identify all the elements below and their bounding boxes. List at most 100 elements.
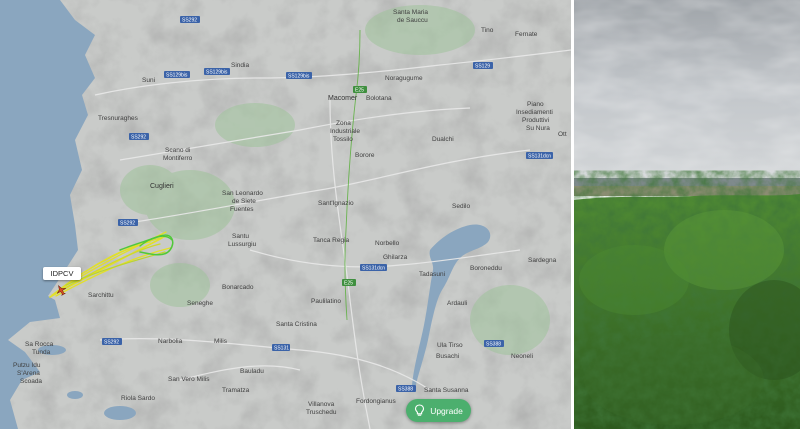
place-label: Cuglieri — [150, 183, 174, 190]
svg-text:E25: E25 — [344, 281, 353, 287]
road-shield: SS292 — [102, 338, 122, 346]
svg-text:SS292: SS292 — [120, 221, 135, 227]
place-label: Santa Susanna — [424, 387, 469, 394]
place-label: Busachi — [436, 353, 459, 360]
place-label: Tossilo — [333, 136, 353, 143]
place-label: Tanca Regia — [313, 237, 350, 244]
place-label: Riola Sardo — [121, 395, 155, 402]
place-label: San Leonardo — [222, 190, 263, 197]
flight-callsign-label[interactable]: IDPCV — [43, 267, 81, 280]
place-label: Borore — [355, 152, 375, 159]
place-label: Macomer — [328, 95, 358, 102]
place-label: Norbello — [375, 240, 400, 247]
svg-text:SS131dcn: SS131dcn — [528, 154, 551, 160]
place-label: Dualchi — [432, 136, 454, 143]
place-label: Sedilo — [452, 203, 470, 210]
upgrade-label: Upgrade — [430, 405, 463, 416]
place-label: de Sauccu — [397, 17, 428, 24]
place-label: S'Arena — [17, 370, 40, 377]
place-label: Sa Rocca — [25, 341, 54, 348]
svg-text:SS131: SS131 — [274, 346, 289, 352]
svg-text:SS129bis: SS129bis — [166, 73, 188, 79]
road-shield: SS131dcn — [526, 152, 553, 160]
place-label: Paulilatino — [311, 298, 341, 305]
road-shield: SS131 — [272, 344, 290, 352]
svg-text:SS292: SS292 — [104, 340, 119, 346]
road-shield: SS131dcn — [360, 264, 387, 272]
place-label: Tino — [481, 27, 494, 34]
place-label: Sindia — [231, 62, 249, 69]
svg-text:SS129bis: SS129bis — [206, 70, 228, 76]
lagoon — [104, 406, 136, 420]
road-shield: SS129bis — [204, 68, 230, 76]
landscape-photo — [574, 0, 800, 429]
place-label: Boroneddu — [470, 265, 502, 272]
place-label: Noragugume — [385, 75, 423, 82]
place-label: Fuentes — [230, 206, 254, 213]
place-label: Scoada — [20, 378, 42, 385]
place-label: Bauladu — [240, 368, 264, 375]
road-shield: E25 — [353, 86, 367, 94]
road-shield: SS129 — [473, 62, 493, 70]
tree-crown — [584, 335, 764, 425]
place-label: Ghilarza — [383, 254, 408, 261]
svg-text:SS129bis: SS129bis — [288, 74, 310, 80]
place-label: Scano di — [165, 147, 190, 154]
road-shield: SS292 — [118, 219, 138, 227]
place-label: Santu — [232, 233, 249, 240]
place-label: Bonarcado — [222, 284, 254, 291]
place-label: Fernate — [515, 31, 538, 38]
distant-fields — [574, 186, 800, 196]
place-label: Ardauli — [447, 300, 467, 307]
place-label: Putzu Idu — [13, 362, 41, 369]
place-label: Piano — [527, 101, 544, 108]
place-label: Fordongianus — [356, 398, 396, 405]
place-label: Villanova — [308, 401, 335, 408]
place-label: Narbolia — [158, 338, 183, 345]
road-shield: E25 — [342, 279, 356, 287]
svg-text:SS388: SS388 — [398, 387, 413, 393]
place-label: Santa Cristina — [276, 321, 317, 328]
place-label: Zona — [336, 120, 351, 127]
place-label: Tadasuni — [419, 271, 445, 278]
svg-text:SS129: SS129 — [475, 64, 490, 70]
place-label: Sant'Ignazio — [318, 200, 354, 207]
place-label: Santa Maria — [393, 9, 428, 16]
place-label: Lussurgiu — [228, 241, 257, 248]
place-label: San Vero Milis — [168, 376, 210, 383]
place-label: Tunda — [32, 349, 51, 356]
road-shield: SS292 — [129, 133, 149, 141]
place-label: Tramatza — [222, 387, 250, 394]
upgrade-button[interactable]: Upgrade — [406, 399, 471, 422]
place-label: Insediamenti — [516, 109, 553, 116]
place-label: Tresnuraghes — [98, 115, 139, 122]
place-label: Ott — [558, 131, 567, 138]
landscape-photo-canvas — [574, 0, 800, 429]
svg-text:SS292: SS292 — [131, 135, 146, 141]
place-label: Neoneli — [511, 353, 533, 360]
svg-text:SS388: SS388 — [486, 342, 501, 348]
map-canvas[interactable]: Sindia Macomer Bolotana Tresnuraghes Sun… — [0, 0, 571, 429]
road-shield: SS129bis — [286, 72, 312, 80]
road-shield: SS388 — [396, 385, 416, 393]
place-label: Industriale — [330, 128, 360, 135]
place-label: Truschedu — [306, 409, 337, 416]
place-label: Sardegna — [528, 257, 557, 264]
road-shield: SS129bis — [164, 71, 190, 79]
tree-crown — [579, 245, 689, 315]
lightbulb-icon — [415, 404, 425, 416]
place-label: Milis — [214, 338, 228, 345]
place-label: Montiferro — [163, 155, 193, 162]
lagoon — [67, 391, 83, 399]
svg-text:SS292: SS292 — [182, 18, 197, 24]
place-label: Seneghe — [187, 300, 213, 307]
place-label: Bolotana — [366, 95, 392, 102]
road-shield: SS292 — [180, 16, 200, 24]
place-label: Su Nura — [526, 125, 550, 132]
place-label: Suni — [142, 77, 155, 84]
place-label: Ula Tirso — [437, 342, 463, 349]
place-label: de Siete — [232, 198, 256, 205]
road-shield: SS388 — [484, 340, 504, 348]
svg-text:SS131dcn: SS131dcn — [362, 266, 385, 272]
flight-map[interactable]: Sindia Macomer Bolotana Tresnuraghes Sun… — [0, 0, 571, 429]
